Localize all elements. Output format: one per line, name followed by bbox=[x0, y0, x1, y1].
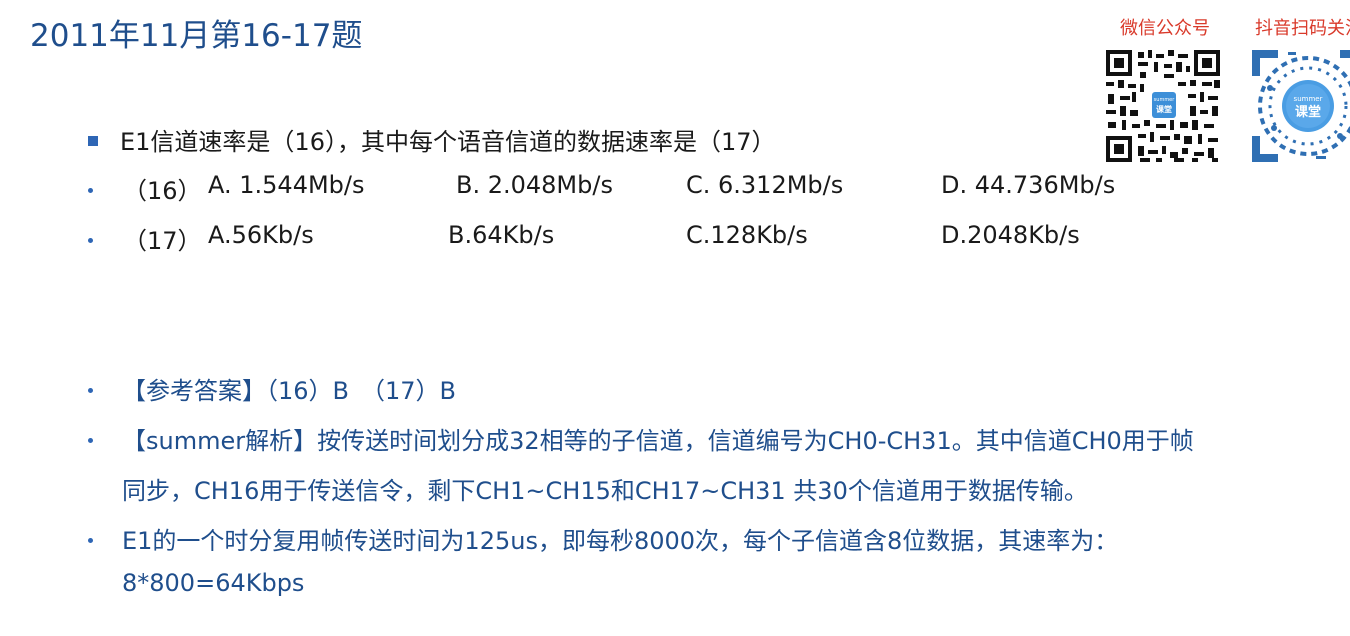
reference-answer: 【参考答案】（16）B （17）B bbox=[122, 377, 457, 405]
douyin-logo-bottom: 课堂 bbox=[1295, 104, 1321, 120]
q16-options-row: （16） A. 1.544Mb/s B. 2.048Mb/s C. 6.312M… bbox=[0, 171, 1350, 205]
calculation-line-2: 8*800=64Kbps bbox=[122, 569, 305, 597]
qr-logo-top: summer bbox=[1154, 97, 1176, 103]
q16-option-d: D. 44.736Mb/s bbox=[941, 171, 1116, 199]
q17-option-b: B.64Kb/s bbox=[448, 221, 555, 249]
q17-number: （17） bbox=[123, 227, 202, 255]
bullet-dot-icon bbox=[88, 388, 93, 393]
page-title: 2011年11月第16-17题 bbox=[30, 18, 363, 54]
q16-option-b: B. 2.048Mb/s bbox=[456, 171, 613, 199]
bullet-dot-icon bbox=[88, 538, 93, 543]
calculation-line-1: E1的一个时分复用帧传送时间为125us，即每秒8000次，每个子信道含8位数据… bbox=[122, 527, 1119, 555]
q17-options-row: （17） A.56Kb/s B.64Kb/s C.128Kb/s D.2048K… bbox=[0, 221, 1350, 255]
q16-option-a: A. 1.544Mb/s bbox=[208, 171, 365, 199]
q17-option-d: D.2048Kb/s bbox=[941, 221, 1080, 249]
qr-logo-bottom: 课堂 bbox=[1156, 104, 1172, 114]
q17-option-c: C.128Kb/s bbox=[686, 221, 808, 249]
douyin-logo-top: summer bbox=[1294, 95, 1323, 103]
bullet-dot-icon bbox=[88, 438, 93, 443]
wechat-qr-code: summer 课堂 bbox=[1104, 48, 1222, 164]
bullet-square-icon bbox=[88, 136, 98, 146]
douyin-qr-label: 抖音扫码关注 bbox=[1255, 18, 1350, 39]
q16-option-c: C. 6.312Mb/s bbox=[686, 171, 844, 199]
douyin-qr-code: summer 课堂 bbox=[1250, 48, 1350, 164]
q16-number: （16） bbox=[123, 177, 202, 205]
question-stem: E1信道速率是（16），其中每个语音信道的数据速率是（17） bbox=[120, 128, 776, 156]
analysis-line-1: 【summer解析】按传送时间划分成32相等的子信道，信道编号为CH0-CH31… bbox=[122, 427, 1194, 455]
q17-option-a: A.56Kb/s bbox=[208, 221, 314, 249]
analysis-line-2: 同步，CH16用于传送信令，剩下CH1~CH15和CH17~CH31 共30个信… bbox=[122, 477, 1088, 505]
wechat-qr-label: 微信公众号 bbox=[1120, 18, 1210, 39]
